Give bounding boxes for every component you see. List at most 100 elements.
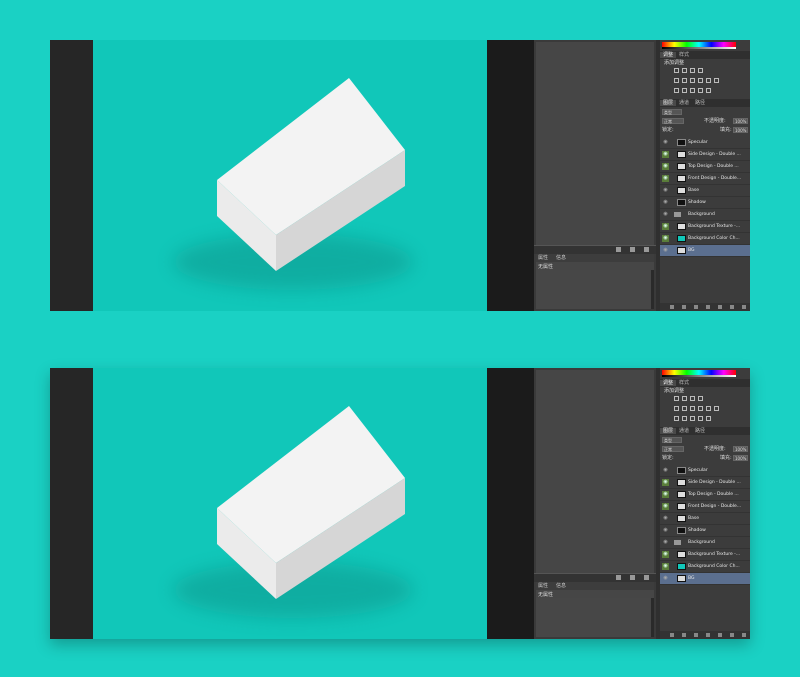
snapshot-icon[interactable] (616, 247, 621, 252)
posterize-icon[interactable] (682, 416, 687, 421)
threshold-icon[interactable] (690, 88, 695, 93)
selective-color-icon[interactable] (706, 88, 711, 93)
adjustment-layer-icon[interactable] (706, 633, 710, 637)
gradient-map-icon[interactable] (698, 88, 703, 93)
layer-row[interactable]: ◉ Front Design - Double... (660, 501, 750, 513)
layer-row[interactable]: ◉ Top Design - Double ... (660, 161, 750, 173)
visibility-eye-icon[interactable]: ◉ (662, 515, 669, 522)
hue-icon[interactable] (682, 78, 687, 83)
visibility-eye-icon[interactable]: ◉ (662, 527, 669, 534)
camera-icon[interactable] (630, 575, 635, 580)
invert-icon[interactable] (674, 416, 679, 421)
tab-adjustments[interactable]: 调整 (660, 380, 677, 386)
bw-icon[interactable] (698, 78, 703, 83)
opacity-input[interactable]: 100% (733, 446, 748, 452)
trash-icon[interactable] (644, 575, 649, 580)
fill-input[interactable]: 100% (733, 455, 748, 461)
visibility-eye-icon[interactable]: ◉ (662, 467, 669, 474)
group-icon[interactable] (718, 633, 722, 637)
color-spectrum[interactable] (662, 42, 736, 49)
new-layer-icon[interactable] (730, 305, 734, 309)
mask-icon[interactable] (694, 305, 698, 309)
posterize-icon[interactable] (682, 88, 687, 93)
tab-layers[interactable]: 图层 (660, 428, 677, 434)
visibility-eye-icon[interactable]: ◉ (662, 163, 669, 170)
tab-channels[interactable]: 通道 (676, 428, 692, 434)
visibility-eye-icon[interactable]: ◉ (662, 479, 669, 486)
adjustment-layer-icon[interactable] (706, 305, 710, 309)
visibility-eye-icon[interactable]: ◉ (662, 187, 669, 194)
tab-paths[interactable]: 路径 (692, 100, 708, 106)
link-icon[interactable] (670, 633, 674, 637)
layer-row[interactable]: ◉ Front Design - Double... (660, 173, 750, 185)
visibility-eye-icon[interactable]: ◉ (662, 235, 669, 242)
tab-info[interactable]: 信息 (554, 583, 566, 589)
vibrance-icon[interactable] (674, 406, 679, 411)
layer-row[interactable]: ◉ Side Design - Double ... (660, 149, 750, 161)
mask-icon[interactable] (694, 633, 698, 637)
layer-row[interactable]: ◉ Background Texture -... (660, 549, 750, 561)
levels-icon[interactable] (682, 396, 687, 401)
layer-row[interactable]: ◉ Base (660, 513, 750, 525)
layer-row[interactable]: ◉ Background Texture -... (660, 221, 750, 233)
curves-icon[interactable] (690, 396, 695, 401)
visibility-eye-icon[interactable]: ◉ (662, 575, 669, 582)
hue-icon[interactable] (682, 406, 687, 411)
brightness-icon[interactable] (674, 396, 679, 401)
tab-styles[interactable]: 样式 (676, 52, 692, 58)
selective-color-icon[interactable] (706, 416, 711, 421)
properties-scrollbar[interactable] (651, 270, 654, 309)
photo-filter-icon[interactable] (706, 78, 711, 83)
visibility-eye-icon[interactable]: ◉ (662, 139, 669, 146)
layer-row[interactable]: ◉ Specular (660, 137, 750, 149)
visibility-eye-icon[interactable]: ◉ (662, 503, 669, 510)
delete-layer-icon[interactable] (742, 305, 746, 309)
tab-adjustments[interactable]: 调整 (660, 52, 677, 58)
color-balance-icon[interactable] (690, 406, 695, 411)
visibility-eye-icon[interactable]: ◉ (662, 223, 669, 230)
fx-icon[interactable] (682, 633, 686, 637)
link-icon[interactable] (670, 305, 674, 309)
visibility-eye-icon[interactable]: ◉ (662, 563, 669, 570)
kind-filter-dropdown[interactable]: 类型 (662, 109, 682, 115)
vibrance-icon[interactable] (674, 78, 679, 83)
brightness-icon[interactable] (674, 68, 679, 73)
document-canvas[interactable] (93, 368, 487, 639)
visibility-eye-icon[interactable]: ◉ (662, 491, 669, 498)
layer-row[interactable]: ◉ Specular (660, 465, 750, 477)
color-spectrum[interactable] (662, 370, 736, 377)
group-icon[interactable] (718, 305, 722, 309)
camera-icon[interactable] (630, 247, 635, 252)
layer-row[interactable]: ◉ Top Design - Double ... (660, 489, 750, 501)
bw-icon[interactable] (698, 406, 703, 411)
snapshot-icon[interactable] (616, 575, 621, 580)
blend-mode-dropdown[interactable]: 正常 (662, 118, 684, 124)
layer-row[interactable]: ◉ BG (660, 573, 750, 585)
fx-icon[interactable] (682, 305, 686, 309)
tab-styles[interactable]: 样式 (676, 380, 692, 386)
curves-icon[interactable] (690, 68, 695, 73)
invert-icon[interactable] (674, 88, 679, 93)
visibility-eye-icon[interactable]: ◉ (662, 539, 669, 546)
visibility-eye-icon[interactable]: ◉ (662, 211, 669, 218)
exposure-icon[interactable] (698, 396, 703, 401)
levels-icon[interactable] (682, 68, 687, 73)
layer-row[interactable]: ◉ Shadow (660, 197, 750, 209)
exposure-icon[interactable] (698, 68, 703, 73)
layer-row[interactable]: ◉ Background Color Ch... (660, 561, 750, 573)
layer-row[interactable]: ◉ Shadow (660, 525, 750, 537)
tab-layers[interactable]: 图层 (660, 100, 677, 106)
photo-filter-icon[interactable] (706, 406, 711, 411)
layer-row[interactable]: ◉ Background Color Ch... (660, 233, 750, 245)
visibility-eye-icon[interactable]: ◉ (662, 151, 669, 158)
layer-row[interactable]: ◉ BG (660, 245, 750, 257)
visibility-eye-icon[interactable]: ◉ (662, 199, 669, 206)
document-canvas[interactable] (93, 40, 487, 311)
gradient-map-icon[interactable] (698, 416, 703, 421)
tab-properties[interactable]: 属性 (536, 255, 548, 261)
new-layer-icon[interactable] (730, 633, 734, 637)
trash-icon[interactable] (644, 247, 649, 252)
layer-row[interactable]: ◉ Background (660, 537, 750, 549)
tab-properties[interactable]: 属性 (536, 583, 548, 589)
channel-mixer-icon[interactable] (714, 78, 719, 83)
